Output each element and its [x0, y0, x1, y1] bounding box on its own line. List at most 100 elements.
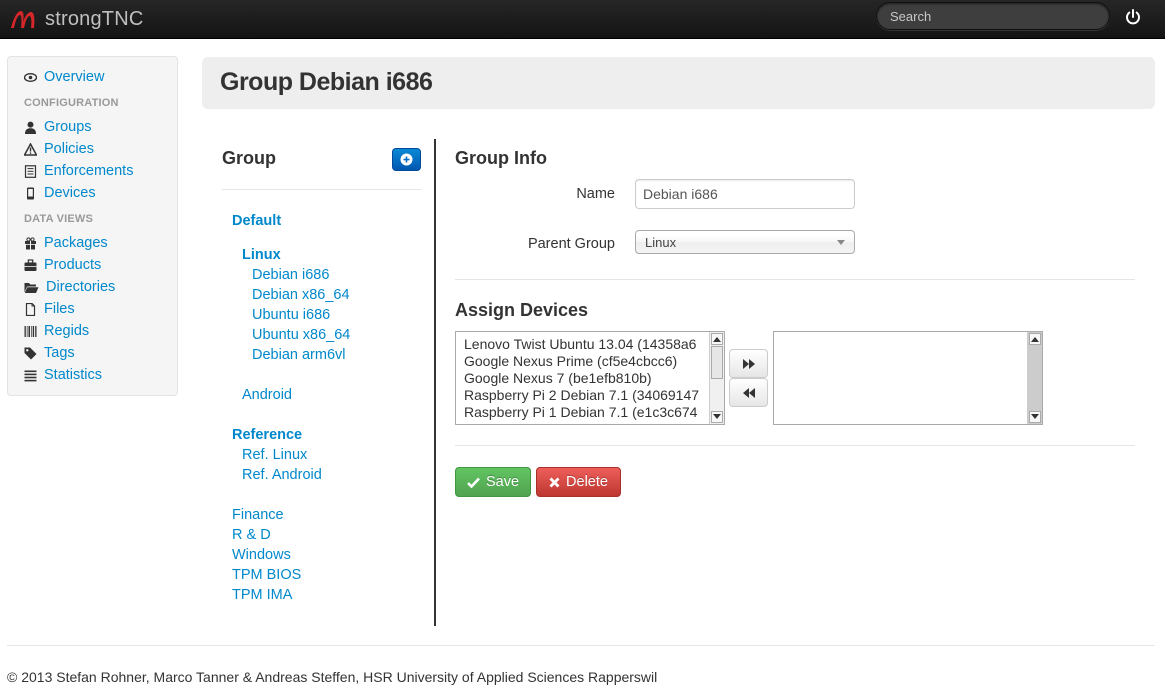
- brand-name: strongTNC: [45, 7, 144, 30]
- sidebar-item-devices[interactable]: Devices: [24, 183, 96, 203]
- arrow-up-icon: [713, 337, 721, 342]
- search-input[interactable]: [876, 2, 1110, 30]
- close-icon: [549, 477, 560, 488]
- divider: [455, 279, 1135, 280]
- check-icon: [467, 477, 480, 488]
- briefcase-icon: [24, 258, 37, 272]
- sidebar-nav: Overview CONFIGURATION Groups Policies E…: [7, 56, 178, 396]
- arrow-up-icon: [1031, 337, 1039, 342]
- sidebar-item-tags[interactable]: Tags: [24, 343, 75, 363]
- save-label: Save: [485, 474, 520, 490]
- sidebar-item-groups[interactable]: Groups: [24, 117, 92, 137]
- plus-circle-icon: [400, 153, 413, 166]
- unassign-device-button[interactable]: [729, 378, 768, 407]
- page-title: Group Debian i686: [220, 68, 433, 96]
- save-button[interactable]: Save: [455, 467, 531, 497]
- sidebar-item-statistics[interactable]: Statistics: [24, 365, 102, 385]
- sidebar-item-label[interactable]: Packages: [44, 235, 108, 251]
- delete-label: Delete: [566, 474, 608, 490]
- group-tree-item[interactable]: Linux: [242, 247, 281, 263]
- group-tree-item[interactable]: Ref. Linux: [242, 447, 307, 463]
- eye-icon: [24, 71, 37, 84]
- group-tree-item[interactable]: Debian i686: [252, 267, 329, 283]
- group-tree-item[interactable]: Default: [232, 213, 281, 229]
- sidebar-item-label[interactable]: Directories: [46, 279, 115, 295]
- group-tree-item[interactable]: Android: [242, 387, 292, 403]
- phone-icon: [24, 187, 37, 200]
- group-tree-item[interactable]: Debian arm6vl: [252, 347, 346, 363]
- sidebar-item-label[interactable]: Tags: [44, 345, 75, 361]
- user-icon: [24, 121, 37, 134]
- name-label: Name: [576, 186, 615, 202]
- scroll-down-button[interactable]: [711, 411, 723, 423]
- list-item[interactable]: Google Nexus Prime (cf5e4cbcc6): [464, 353, 677, 369]
- assigned-devices-list[interactable]: [773, 331, 1043, 425]
- sidebar-item-label[interactable]: Files: [44, 301, 75, 317]
- group-name-input[interactable]: [635, 179, 855, 209]
- sidebar-item-label[interactable]: Overview: [44, 69, 104, 85]
- sidebar-item-label[interactable]: Groups: [44, 119, 92, 135]
- tag-icon: [24, 347, 37, 360]
- sidebar-item-policies[interactable]: Policies: [24, 139, 94, 159]
- available-devices-list[interactable]: Lenovo Twist Ubuntu 13.04 (14358a6 Googl…: [455, 331, 725, 425]
- scroll-up-button[interactable]: [1029, 333, 1041, 345]
- brand[interactable]: strongTNC: [10, 6, 144, 32]
- sidebar-item-label[interactable]: Devices: [44, 185, 96, 201]
- scroll-down-button[interactable]: [1029, 411, 1041, 423]
- assign-devices-heading: Assign Devices: [455, 300, 589, 320]
- group-tree-item[interactable]: Ref. Android: [242, 467, 322, 483]
- group-tree-item[interactable]: R & D: [232, 527, 271, 543]
- fast-forward-icon: [742, 358, 755, 369]
- group-heading: Group: [222, 148, 276, 168]
- sidebar-item-label[interactable]: Statistics: [44, 367, 102, 383]
- align-justify-icon: [24, 369, 37, 382]
- nav-header-data-views: DATA VIEWS: [24, 213, 94, 225]
- scroll-up-button[interactable]: [711, 333, 723, 345]
- sidebar-item-enforcements[interactable]: Enforcements: [24, 161, 133, 181]
- sidebar-item-regids[interactable]: Regids: [24, 321, 89, 341]
- warning-icon: [24, 142, 37, 156]
- sidebar-item-label[interactable]: Regids: [44, 323, 89, 339]
- sidebar-item-packages[interactable]: Packages: [24, 233, 108, 253]
- list-item[interactable]: Google Nexus 7 (be1efb810b): [464, 370, 652, 386]
- list-item[interactable]: Lenovo Twist Ubuntu 13.04 (14358a6: [464, 336, 696, 352]
- group-tree-item[interactable]: Windows: [232, 547, 291, 563]
- divider: [7, 645, 1155, 646]
- footer-copyright: © 2013 Stefan Rohner, Marco Tanner & And…: [7, 669, 658, 685]
- arrow-down-icon: [713, 414, 721, 419]
- folder-open-icon: [24, 281, 39, 294]
- scrollbar[interactable]: [1027, 332, 1042, 424]
- group-tree-item[interactable]: Reference: [232, 427, 302, 443]
- add-group-button[interactable]: [392, 148, 421, 171]
- group-tree-item[interactable]: Debian x86_64: [252, 287, 350, 303]
- group-tree-item[interactable]: Ubuntu i686: [252, 307, 330, 323]
- fast-backward-icon: [742, 387, 755, 398]
- group-tree-item[interactable]: Finance: [232, 507, 284, 523]
- group-tree-item[interactable]: TPM IMA: [232, 587, 292, 603]
- group-info-heading: Group Info: [455, 148, 547, 168]
- sidebar-item-overview[interactable]: Overview: [24, 67, 104, 87]
- scrollbar-thumb[interactable]: [711, 346, 723, 379]
- sidebar-item-label[interactable]: Enforcements: [44, 163, 133, 179]
- sidebar-item-directories[interactable]: Directories: [24, 277, 115, 297]
- power-icon[interactable]: [1124, 8, 1142, 26]
- sidebar-item-label[interactable]: Products: [44, 257, 101, 273]
- file-icon: [24, 302, 37, 316]
- sidebar-item-files[interactable]: Files: [24, 299, 75, 319]
- assign-device-button[interactable]: [729, 349, 768, 378]
- delete-button[interactable]: Delete: [536, 467, 621, 497]
- list-item[interactable]: Raspberry Pi 1 Debian 7.1 (e1c3c674: [464, 404, 697, 420]
- list-icon: [24, 164, 37, 178]
- gift-icon: [24, 236, 37, 250]
- sidebar-item-label[interactable]: Policies: [44, 141, 94, 157]
- group-tree-item[interactable]: TPM BIOS: [232, 567, 301, 583]
- page-header: Group Debian i686: [202, 57, 1155, 109]
- group-tree-item[interactable]: Ubuntu x86_64: [252, 327, 350, 343]
- scrollbar[interactable]: [709, 332, 724, 424]
- parent-group-value: Linux: [645, 235, 677, 250]
- parent-group-select[interactable]: Linux: [635, 230, 855, 254]
- sidebar-item-products[interactable]: Products: [24, 255, 101, 275]
- list-item[interactable]: Raspberry Pi 2 Debian 7.1 (34069147: [464, 387, 699, 403]
- parent-group-label: Parent Group: [527, 236, 615, 252]
- strongswan-logo-icon: [11, 11, 35, 28]
